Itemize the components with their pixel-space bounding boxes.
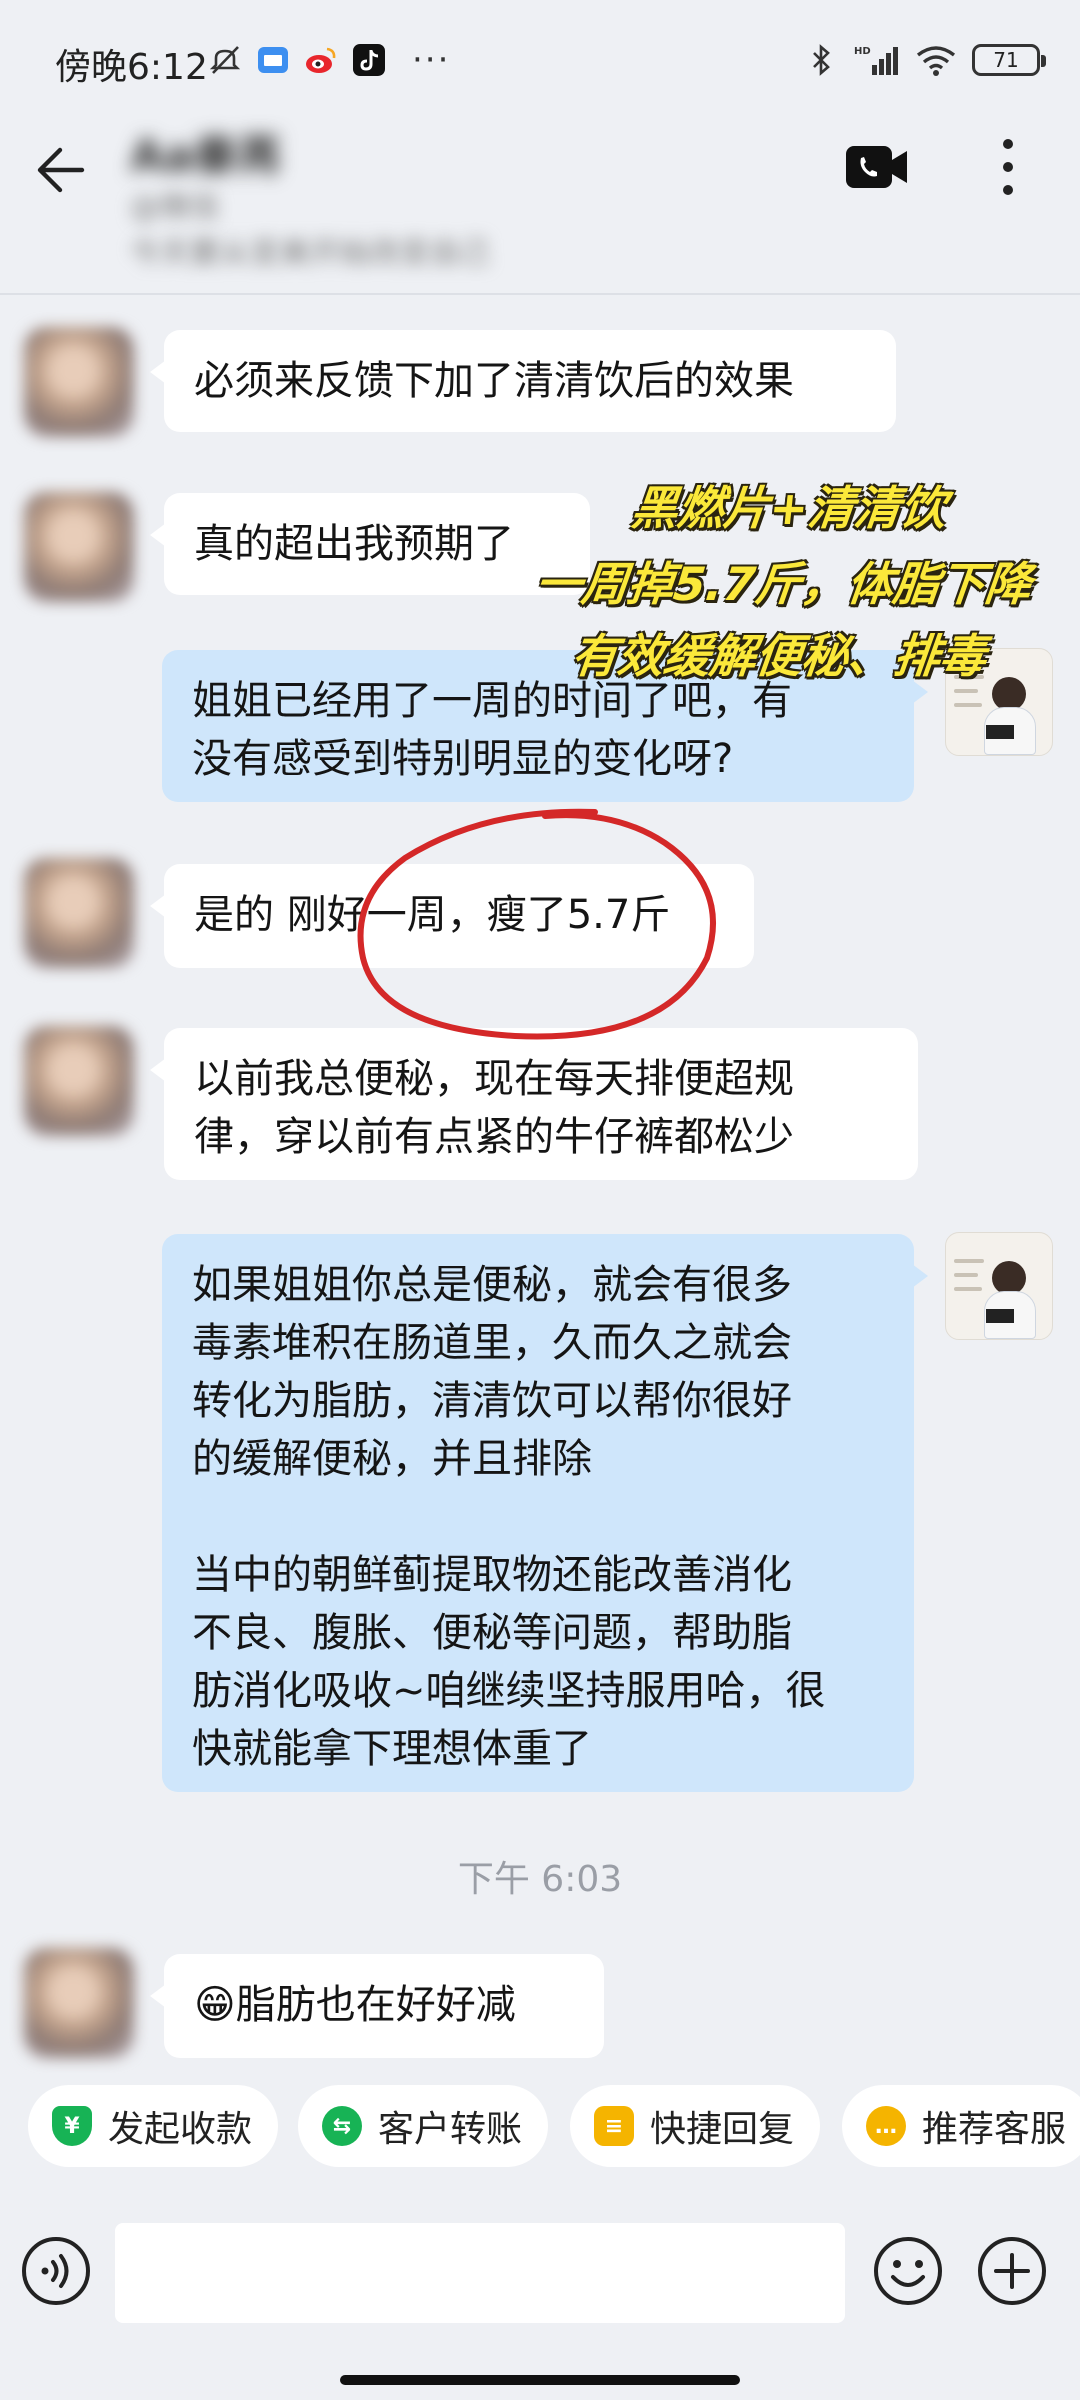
chat-header: Aa秦苒 @微信 今天要从变美开始改变自己 xyxy=(0,110,1080,295)
system-status-icons: HD 71 xyxy=(804,38,1046,82)
plus-icon[interactable] xyxy=(976,2235,1048,2307)
alarm-off-icon xyxy=(209,46,241,74)
message-bubble-incoming[interactable]: 以前我总便秘，现在每天排便超规 律，穿以前有点紧的牛仔裤都松少 xyxy=(150,1028,918,1180)
overlay-caption-line1: 黑燃片+清清饮 xyxy=(628,481,950,535)
home-indicator[interactable] xyxy=(340,2375,740,2385)
message-input[interactable] xyxy=(115,2223,845,2323)
status-bar: 傍晚6:12 ··· HD 71 xyxy=(0,0,1080,120)
status-time: 傍晚6:12 xyxy=(55,47,208,88)
battery-level: 71 xyxy=(993,48,1019,72)
contact-avatar[interactable] xyxy=(24,1026,134,1136)
chip-label: 发起收款 xyxy=(108,2109,253,2150)
transfer-icon: ⇆ xyxy=(322,2106,362,2146)
signal-icon: HD xyxy=(854,46,898,75)
notification-icons: ··· xyxy=(208,40,450,80)
contact-avatar[interactable] xyxy=(24,327,134,437)
quick-reply-button[interactable]: ≡ 快捷回复 xyxy=(570,2085,821,2167)
voice-input-icon[interactable] xyxy=(20,2235,92,2307)
agent-avatar[interactable] xyxy=(945,1232,1053,1340)
contact-avatar[interactable] xyxy=(24,1948,134,2058)
chat-bubble-icon: … xyxy=(866,2106,906,2146)
contact-name[interactable]: Aa秦苒 xyxy=(130,120,282,184)
overlay-caption-line2: 一周掉5.7斤，体脂下降 xyxy=(532,557,1035,611)
video-call-icon[interactable] xyxy=(845,142,909,192)
contact-avatar[interactable] xyxy=(24,858,134,968)
back-arrow-icon[interactable] xyxy=(30,140,90,200)
contact-avatar[interactable] xyxy=(24,492,134,602)
customer-transfer-button[interactable]: ⇆ 客户转账 xyxy=(298,2085,549,2167)
contact-source: @微信 xyxy=(130,190,220,225)
quick-actions-bar: ¥ 发起收款 ⇆ 客户转账 ≡ 快捷回复 … 推荐客服 xyxy=(0,2085,1080,2215)
message-bubble-incoming[interactable]: 真的超出我预期了 xyxy=(150,493,590,595)
chip-label: 推荐客服 xyxy=(922,2109,1067,2150)
wifi-icon xyxy=(916,46,956,76)
bluetooth-icon xyxy=(813,44,830,76)
quick-reply-icon: ≡ xyxy=(594,2106,634,2146)
recommend-agent-button[interactable]: … 推荐客服 xyxy=(842,2085,1080,2167)
message-bubble-outgoing[interactable]: 如果姐姐你总是便秘，就会有很多 毒素堆积在肠道里，久而久之就会 转化为脂肪，清清… xyxy=(162,1234,928,1792)
tiktok-icon xyxy=(353,44,385,76)
message-bubble-incoming[interactable]: 必须来反馈下加了清清饮后的效果 xyxy=(150,330,896,432)
contact-signature: 今天要从变美开始改变自己 xyxy=(130,236,490,271)
chip-label: 快捷回复 xyxy=(650,2109,795,2150)
weibo-icon xyxy=(306,47,336,73)
mail-app-icon xyxy=(258,47,288,73)
chip-label: 客户转账 xyxy=(378,2109,523,2150)
battery-icon: 71 xyxy=(972,44,1046,76)
time-divider: 下午 6:03 xyxy=(457,1859,623,1900)
red-circle-annotation xyxy=(357,808,716,1040)
more-notifications-icon: ··· xyxy=(412,40,451,80)
more-options-icon[interactable] xyxy=(990,132,1026,202)
svg-text:HD: HD xyxy=(854,46,871,57)
yen-shield-icon: ¥ xyxy=(52,2106,92,2146)
message-bubble-incoming[interactable]: 😁脂肪也在好好减 xyxy=(150,1954,604,2058)
input-bar xyxy=(0,2205,1080,2400)
collect-payment-button[interactable]: ¥ 发起收款 xyxy=(28,2085,279,2167)
overlay-caption-line3: 有效缓解便秘、排毒 xyxy=(568,629,989,683)
emoji-icon[interactable] xyxy=(872,2235,944,2307)
